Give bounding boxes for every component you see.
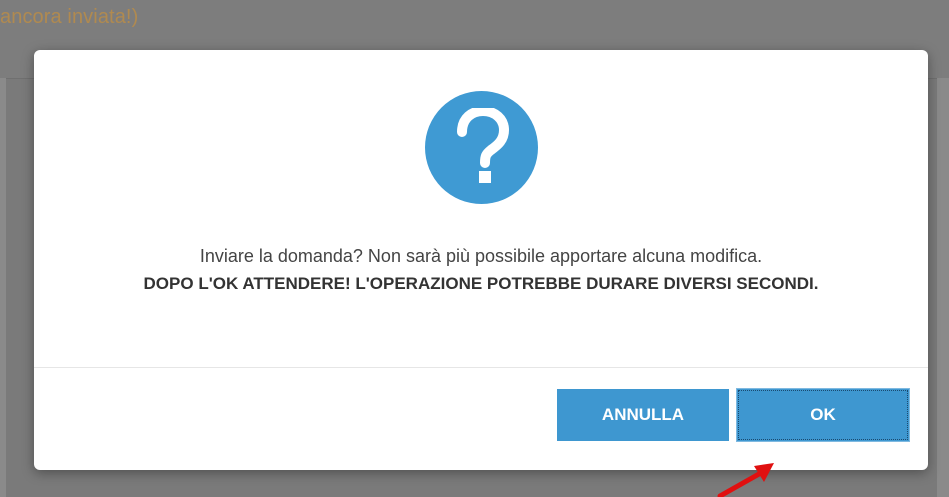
page-title-fragment: ancora inviata!) [0,6,139,28]
confirm-dialog: Inviare la domanda? Non sarà più possibi… [34,50,928,470]
cancel-button[interactable]: ANNULLA [557,389,729,441]
page-right-edge [937,78,949,497]
annotation-arrow-icon [717,463,774,497]
ok-button[interactable]: OK [737,389,909,441]
dialog-message-text: Inviare la domanda? Non sarà più possibi… [199,246,763,266]
dialog-message: Inviare la domanda? Non sarà più possibi… [64,243,898,297]
dialog-warning-text: DOPO L'OK ATTENDERE! L'OPERAZIONE POTREB… [143,274,819,293]
page-left-edge [0,78,6,497]
question-icon [425,91,538,204]
dialog-divider [34,367,928,368]
